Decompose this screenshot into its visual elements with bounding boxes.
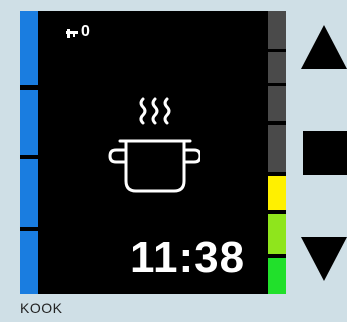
power-level-segment (268, 11, 286, 49)
left-bar-segment (20, 159, 38, 227)
power-level-segment (268, 214, 286, 254)
stop-button[interactable] (301, 131, 347, 175)
power-level-segment (268, 125, 286, 172)
mode-caption: KOOK (20, 300, 63, 316)
cooking-pot-icon (108, 97, 200, 193)
increase-button[interactable] (301, 25, 347, 69)
key-icon (66, 29, 78, 38)
left-bar-segment (20, 11, 38, 85)
power-level-segment (268, 52, 286, 83)
square-stop-icon (303, 131, 347, 175)
left-bar-segment (20, 231, 38, 294)
clock-time: 11:38 (130, 233, 246, 282)
decrease-button[interactable] (301, 237, 347, 281)
power-level-segment (268, 258, 286, 294)
power-level-segment (268, 86, 286, 121)
left-bar-segment (20, 90, 38, 155)
triangle-up-icon (301, 25, 347, 69)
key-indicator-value: 0 (81, 23, 90, 40)
triangle-down-icon (301, 237, 347, 281)
display-screen: 0 11:38 (20, 11, 286, 294)
power-level-segment (268, 176, 286, 210)
